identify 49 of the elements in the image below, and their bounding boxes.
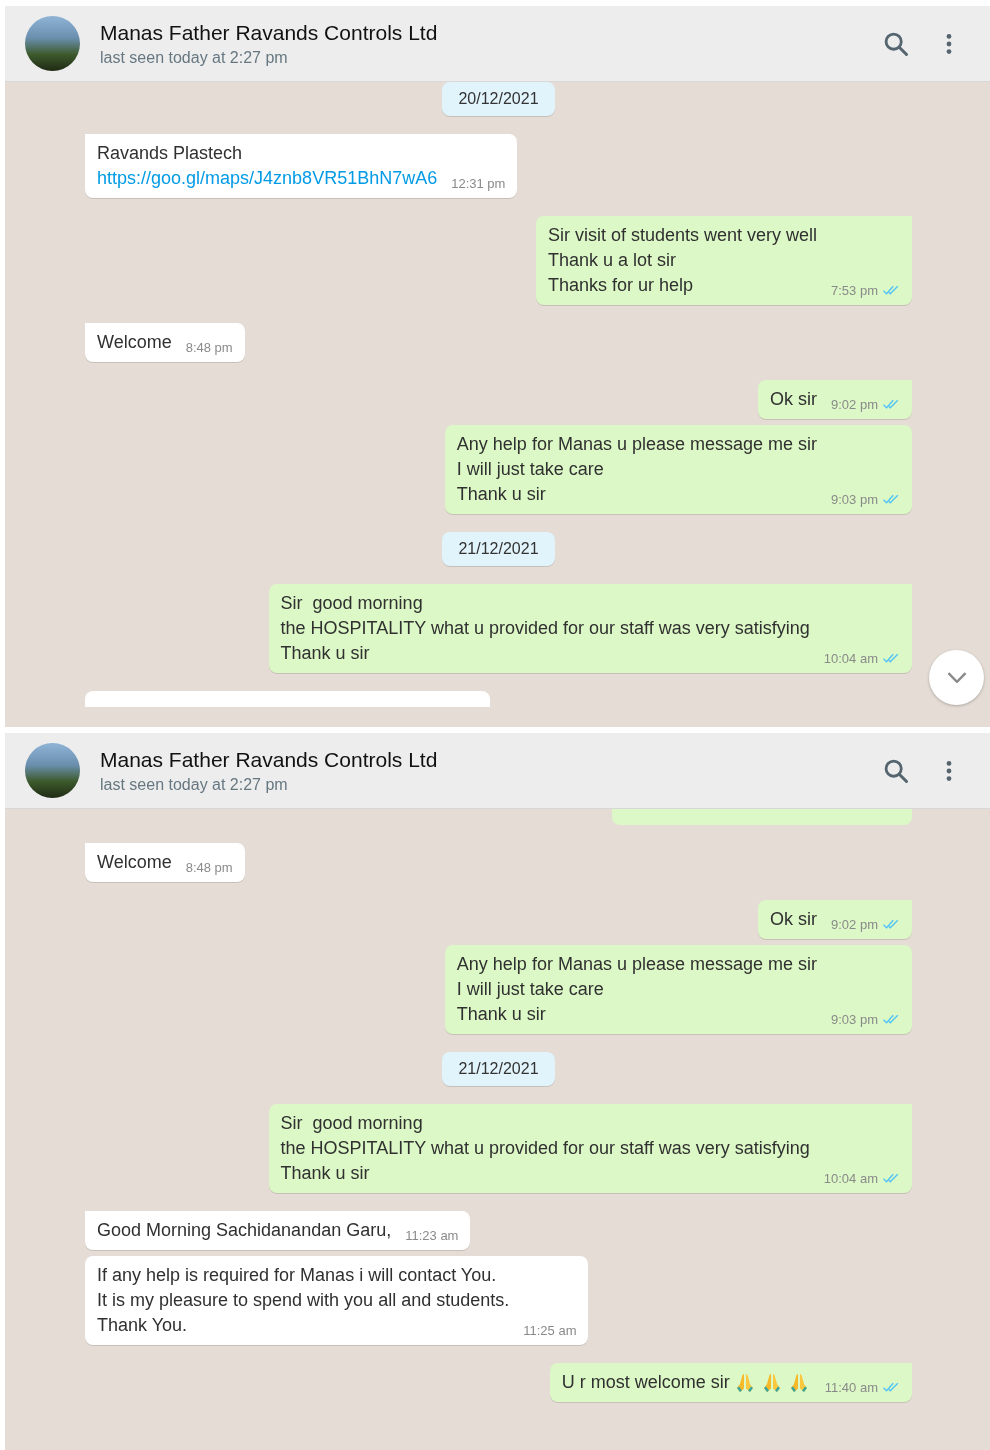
message-text: Good Morning Sachidanandan Garu, — [97, 1219, 392, 1242]
avatar-photo[interactable] — [25, 743, 80, 798]
message-text: Ok sir — [770, 908, 817, 931]
avatar-photo[interactable] — [25, 16, 80, 71]
message-time: 9:02 pm — [831, 395, 878, 414]
message-time: 11:40 am — [824, 1378, 878, 1397]
message-link[interactable]: https://goo.gl/maps/J4znb8VR51BhN7wA6 — [97, 166, 438, 191]
message-text: I will just take care — [456, 978, 604, 1001]
message-text: the HOSPITALITY what u provided for our staff was very satisfying — [280, 617, 810, 640]
contact-name: Manas Father Ravands Controls Ltd — [100, 19, 439, 46]
message-time: 10:04 am — [823, 649, 878, 668]
message-text: Thank u sir — [280, 642, 370, 665]
message-text: Sir good morning — [280, 1112, 423, 1135]
message-text: U r most welcome sir — [561, 1371, 730, 1394]
message-text: Thanks for ur help — [547, 274, 693, 297]
message-text: Ok sir — [770, 388, 817, 411]
message-time: 8:48 pm — [185, 858, 233, 877]
message-time: 11:23 am — [405, 1226, 459, 1245]
message-text: Thank You. — [97, 1314, 188, 1337]
message-text: Thank u sir — [280, 1162, 370, 1185]
message-time: 9:03 pm — [831, 490, 878, 509]
chevron-down-icon — [946, 672, 967, 683]
message-text: If any help is required for Manas i will contact You. — [97, 1264, 497, 1287]
message-text: Thank u sir — [456, 483, 546, 506]
date-chip: 21/12/2021 — [442, 532, 555, 566]
message-text: Thank u a lot sir — [547, 249, 676, 272]
message-text: Thank u sir — [456, 1003, 546, 1026]
message-time: 9:02 pm — [831, 915, 878, 934]
message-text: Any help for Manas u please message me sir — [456, 433, 817, 456]
message-time: 12:31 pm — [451, 174, 506, 193]
message-text: Welcome — [97, 331, 172, 354]
message-text: Any help for Manas u please message me sir — [456, 953, 817, 976]
message-text: Sir visit of students went very well — [547, 224, 817, 247]
message-text: the HOSPITALITY what u provided for our staff was very satisfying — [280, 1137, 810, 1160]
date-chip: 20/12/2021 — [442, 82, 555, 116]
message-time: 11:25 am — [523, 1321, 577, 1340]
message-text: I will just take care — [456, 458, 604, 481]
message-time: 7:53 pm — [831, 281, 878, 300]
date-chip: 21/12/2021 — [442, 1052, 555, 1086]
message-text: Welcome — [97, 851, 172, 874]
contact-name: Manas Father Ravands Controls Ltd — [100, 746, 439, 773]
last-seen-status: last seen today at 2:27 pm — [100, 774, 289, 795]
message-time: 10:04 am — [823, 1169, 878, 1188]
message-text: Sir good morning — [280, 592, 423, 615]
message-time: 8:48 pm — [185, 338, 233, 357]
message-time: 9:03 pm — [831, 1010, 878, 1029]
last-seen-status: last seen today at 2:27 pm — [100, 47, 289, 68]
message-text: It is my pleasure to spend with you all and students. — [97, 1289, 510, 1312]
message-text: Ravands Plastech — [97, 142, 243, 165]
